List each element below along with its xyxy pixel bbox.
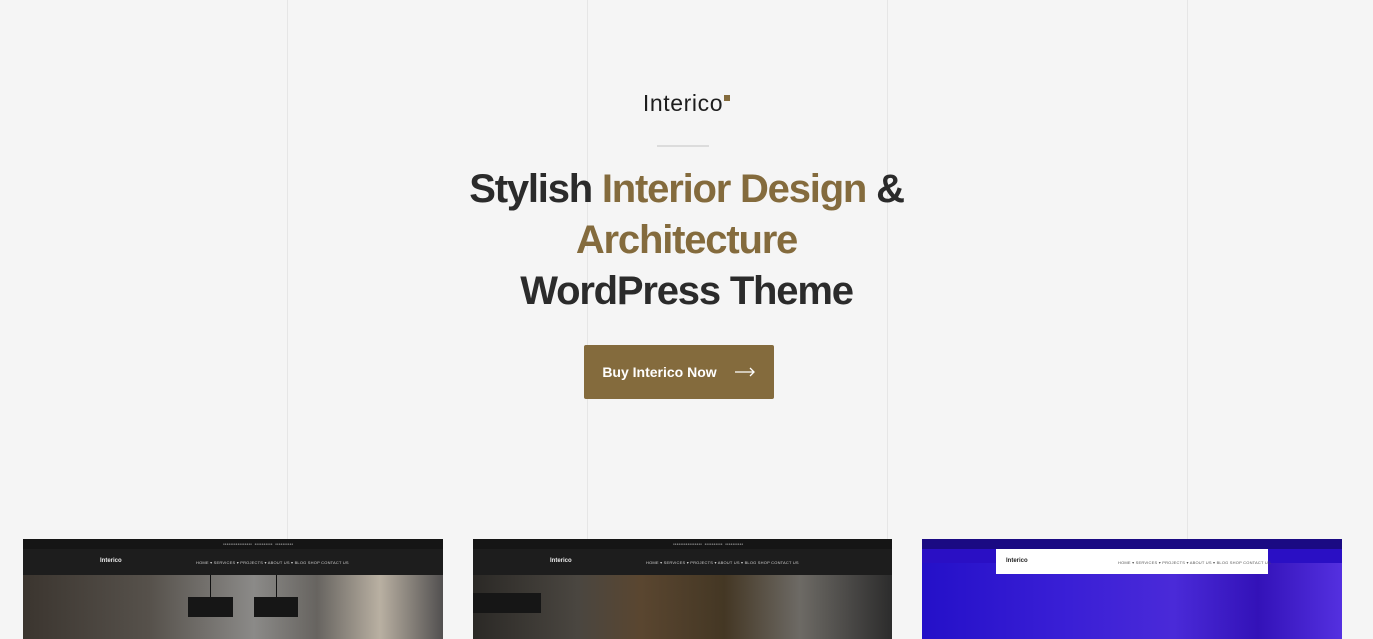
preview-nav: HOME ▾ SERVICES ▾ PROJECTS ▾ ABOUT US ▾ … [196,560,349,565]
preview-navbar: Interico HOME ▾ SERVICES ▾ PROJECTS ▾ AB… [473,549,892,575]
pendant-lamp [254,597,298,617]
logo-divider [657,145,709,147]
pendant-lamp [188,597,233,617]
headline-accent: Interior Design [601,167,867,211]
demo-preview-1[interactable]: ●●●●●●●●●●●●●●●● ●●●●●●●●●● ●●●●●●●●●● I… [23,539,443,639]
preview-nav: HOME ▾ SERVICES ▾ PROJECTS ▾ ABOUT US ▾ … [1118,560,1271,565]
preview-contact-info: ●●●●●●●●●●●●●●●● ●●●●●●●●●● ●●●●●●●●●● [673,542,744,546]
preview-logo: Interico [1006,558,1028,564]
preview-image [23,575,443,639]
preview-logo: Interico [100,558,122,564]
preview-logo: Interico [550,558,572,564]
pendant-lamp [473,593,541,613]
demo-preview-3[interactable]: Interico HOME ▾ SERVICES ▾ PROJECTS ▾ AB… [922,539,1342,639]
preview-image [922,563,1342,639]
preview-navbar: Interico HOME ▾ SERVICES ▾ PROJECTS ▾ AB… [996,549,1271,574]
hero-headline: Stylish Interior Design & Architecture W… [0,164,1373,317]
site-logo[interactable]: Interico [0,90,1373,117]
preview-topbar: ●●●●●●●●●●●●●●●● ●●●●●●●●●● ●●●●●●●●●● [473,539,892,549]
lamp-cord [276,575,277,597]
lamp-cord [210,575,211,597]
logo-text: Interico [642,90,724,116]
demo-preview-2[interactable]: ●●●●●●●●●●●●●●●● ●●●●●●●●●● ●●●●●●●●●● I… [473,539,892,639]
arrow-right-icon [734,367,755,377]
logo-square-icon [724,95,731,101]
landing-page: Interico Stylish Interior Design & Archi… [0,0,1373,639]
preview-navbar: Interico HOME ▾ SERVICES ▾ PROJECTS ▾ AB… [23,549,443,575]
preview-image [473,575,892,639]
preview-contact-info: ●●●●●●●●●●●●●●●● ●●●●●●●●●● ●●●●●●●●●● [223,542,294,546]
preview-topbar [922,539,1342,549]
buy-now-button[interactable]: Buy Interico Now [584,345,774,399]
headline-accent: Architecture [575,218,798,262]
preview-nav: HOME ▾ SERVICES ▾ PROJECTS ▾ ABOUT US ▾ … [646,560,799,565]
headline-text: WordPress Theme [520,269,854,313]
headline-text: Stylish [469,167,602,211]
buy-now-label: Buy Interico Now [602,364,717,380]
headline-text: & [866,167,905,211]
preview-topbar: ●●●●●●●●●●●●●●●● ●●●●●●●●●● ●●●●●●●●●● [23,539,443,549]
